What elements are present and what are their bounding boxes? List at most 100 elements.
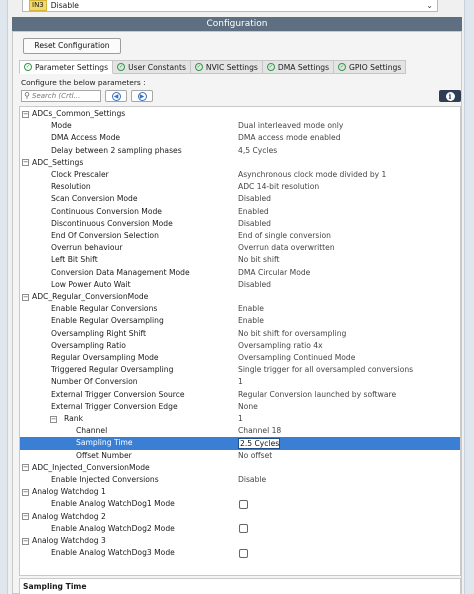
parameter-value[interactable]: No bit shift [238,254,279,266]
collapse-toggle-icon[interactable]: − [22,489,29,496]
tree-parameter-row[interactable]: Conversion Data Management Mode DMA Circu… [20,267,460,279]
collapse-toggle-icon[interactable]: − [22,110,29,118]
tree-parameter-row[interactable]: Scan Conversion Mode Disabled [20,193,460,205]
parameter-value[interactable]: 1 [238,376,243,388]
parameter-value[interactable]: Enable [238,315,264,327]
parameter-name: Left Bit Shift [51,255,98,265]
tree-parameter-row[interactable]: Overrun behaviour Overrun data overwritte… [20,242,460,254]
tree-group-row[interactable]: − ADC_Regular_ConversionMode [20,291,460,303]
tree-parameter-row[interactable]: Enable Regular Oversampling Enable [20,315,460,327]
tree-parameter-row[interactable]: Enable Analog WatchDog1 Mode [20,498,460,510]
gpio-mode-dropdown[interactable]: IN3 Disable ⌄ [22,0,438,12]
parameter-value[interactable]: Regular Conversion launched by software [238,389,396,401]
collapse-toggle-icon[interactable]: − [22,293,29,301]
parameter-name: Low Power Auto Wait [51,279,131,289]
info-button[interactable]: i [439,90,461,102]
tab-nvic-settings[interactable]: ✓ NVIC Settings [190,60,263,74]
parameter-value[interactable]: DMA Circular Mode [238,267,310,279]
search-box[interactable]: ⚲ [21,90,101,102]
search-input[interactable] [32,91,98,101]
parameter-value[interactable]: Disabled [238,193,271,205]
collapse-toggle-icon[interactable]: − [22,513,29,521]
tree-parameter-row[interactable]: Oversampling Right Shift No bit shift for… [20,328,460,340]
tree-parameter-row[interactable]: Number Of Conversion 1 [20,376,460,388]
collapse-toggle-icon[interactable]: − [22,537,29,545]
parameter-value[interactable]: Disable [238,474,266,486]
parameter-value[interactable]: Single trigger for all oversampled conve… [238,364,413,376]
tree-parameter-row[interactable]: Enable Analog WatchDog3 Mode [20,547,460,559]
tab-gpio-settings[interactable]: ✓ GPIO Settings [334,60,407,74]
search-previous-button[interactable]: ◀ [105,90,127,102]
parameter-value[interactable]: Enable [238,303,264,315]
tree-parameter-row[interactable]: Channel Channel 18 [20,425,460,437]
parameter-value[interactable]: Asynchronous clock mode divided by 1 [238,169,386,181]
tree-parameter-row[interactable]: Enable Injected Conversions Disable [20,474,460,486]
parameter-value[interactable]: Disabled [238,279,271,291]
parameter-tree: − ADCs_Common_Settings Mode Dual interleave… [19,106,461,576]
tree-parameter-row[interactable]: Low Power Auto Wait Disabled [20,279,460,291]
tree-parameter-row[interactable]: Regular Oversampling Mode Oversampling Co… [20,352,460,364]
collapse-toggle-icon[interactable]: − [22,464,29,472]
parameter-name: Resolution [51,182,91,192]
parameter-value[interactable]: End of single conversion [238,230,331,242]
parameter-value[interactable]: Overrun data overwritten [238,242,335,254]
tree-parameter-row[interactable]: Delay between 2 sampling phases 4,5 Cycle… [20,145,460,157]
watchdog-checkbox[interactable] [239,524,248,534]
tree-parameter-row[interactable]: Continuous Conversion Mode Enabled [20,206,460,218]
tree-group-row[interactable]: − ADC_Injected_ConversionMode [20,462,460,474]
collapse-toggle-icon[interactable]: − [50,415,57,423]
tree-parameter-row[interactable]: External Trigger Conversion Edge None [20,401,460,413]
tree-parameter-row[interactable]: Clock Prescaler Asynchronous clock mode d… [20,169,460,181]
parameter-value[interactable]: None [238,401,258,413]
parameter-name: ADC_Regular_ConversionMode [32,292,149,301]
tree-parameter-row[interactable]: DMA Access Mode DMA access mode enabled [20,132,460,144]
tree-parameter-row[interactable]: Mode Dual interleaved mode only [20,120,460,132]
check-circle-icon: ✓ [266,63,275,71]
parameter-value[interactable]: No bit shift for oversampling [238,328,346,340]
tree-parameter-row[interactable]: Discontinuous Conversion Mode Disabled [20,218,460,230]
tree-group-row[interactable]: − Analog Watchdog 3 [20,535,460,547]
parameter-value[interactable]: DMA access mode enabled [238,132,341,144]
parameter-name: Mode [51,121,72,131]
parameter-value[interactable]: 4,5 Cycles [238,145,277,157]
parameter-value[interactable]: Dual interleaved mode only [238,120,343,132]
tree-parameter-row[interactable]: Sampling Time 2.5 Cycles [20,437,460,450]
watchdog-checkbox[interactable] [239,548,248,558]
tree-parameter-row[interactable]: Oversampling Ratio Oversampling ratio 4x [20,340,460,352]
tab-user-constants[interactable]: ✓ User Constants [113,60,191,74]
reset-configuration-button[interactable]: Reset Configuration [23,38,121,54]
tree-group-row[interactable]: − Analog Watchdog 2 [20,511,460,523]
tree-parameter-row[interactable]: − Rank 1 [20,413,460,425]
watchdog-checkbox[interactable] [239,499,248,509]
tree-parameter-row[interactable]: Left Bit Shift No bit shift [20,254,460,266]
arrow-right-icon: ▶ [137,91,147,101]
description-panel: Sampling Time [19,578,461,594]
tree-parameter-row[interactable]: Triggered Regular Oversampling Single tri… [20,364,460,376]
tree-group-row[interactable]: − ADCs_Common_Settings [20,108,460,120]
tab-label: NVIC Settings [205,62,258,72]
tree-parameter-row[interactable]: Offset Number No offset [20,450,460,462]
parameter-value[interactable]: Enabled [238,206,269,218]
collapse-toggle-icon[interactable]: − [22,159,29,167]
parameter-value[interactable]: Oversampling ratio 4x [238,340,323,352]
parameter-value-select[interactable]: 2.5 Cycles [238,437,281,449]
tree-parameter-row[interactable]: Resolution ADC 14-bit resolution [20,181,460,193]
search-next-button[interactable]: ▶ [131,90,153,102]
tree-parameter-row[interactable]: External Trigger Conversion Source Regula… [20,389,460,401]
parameter-value[interactable]: Channel 18 [238,425,281,437]
parameter-name: Analog Watchdog 2 [32,511,106,521]
tab-parameter-settings[interactable]: ✓ Parameter Settings [19,60,114,74]
parameter-value[interactable]: Oversampling Continued Mode [238,352,355,364]
parameter-value[interactable]: 1 [238,413,243,425]
tab-dma-settings[interactable]: ✓ DMA Settings [262,60,335,74]
parameter-value[interactable]: No offset [238,450,272,462]
tree-group-row[interactable]: − Analog Watchdog 1 [20,486,460,498]
parameter-name: Delay between 2 sampling phases [51,145,182,155]
tree-parameter-row[interactable]: Enable Regular Conversions Enable [20,303,460,315]
chevron-down-icon[interactable]: ⌄ [426,1,433,10]
tree-parameter-row[interactable]: End Of Conversion Selection End of single… [20,230,460,242]
tree-group-row[interactable]: − ADC_Settings [20,157,460,169]
parameter-value[interactable]: Disabled [238,218,271,230]
parameter-value[interactable]: ADC 14-bit resolution [238,181,319,193]
tree-parameter-row[interactable]: Enable Analog WatchDog2 Mode [20,523,460,535]
